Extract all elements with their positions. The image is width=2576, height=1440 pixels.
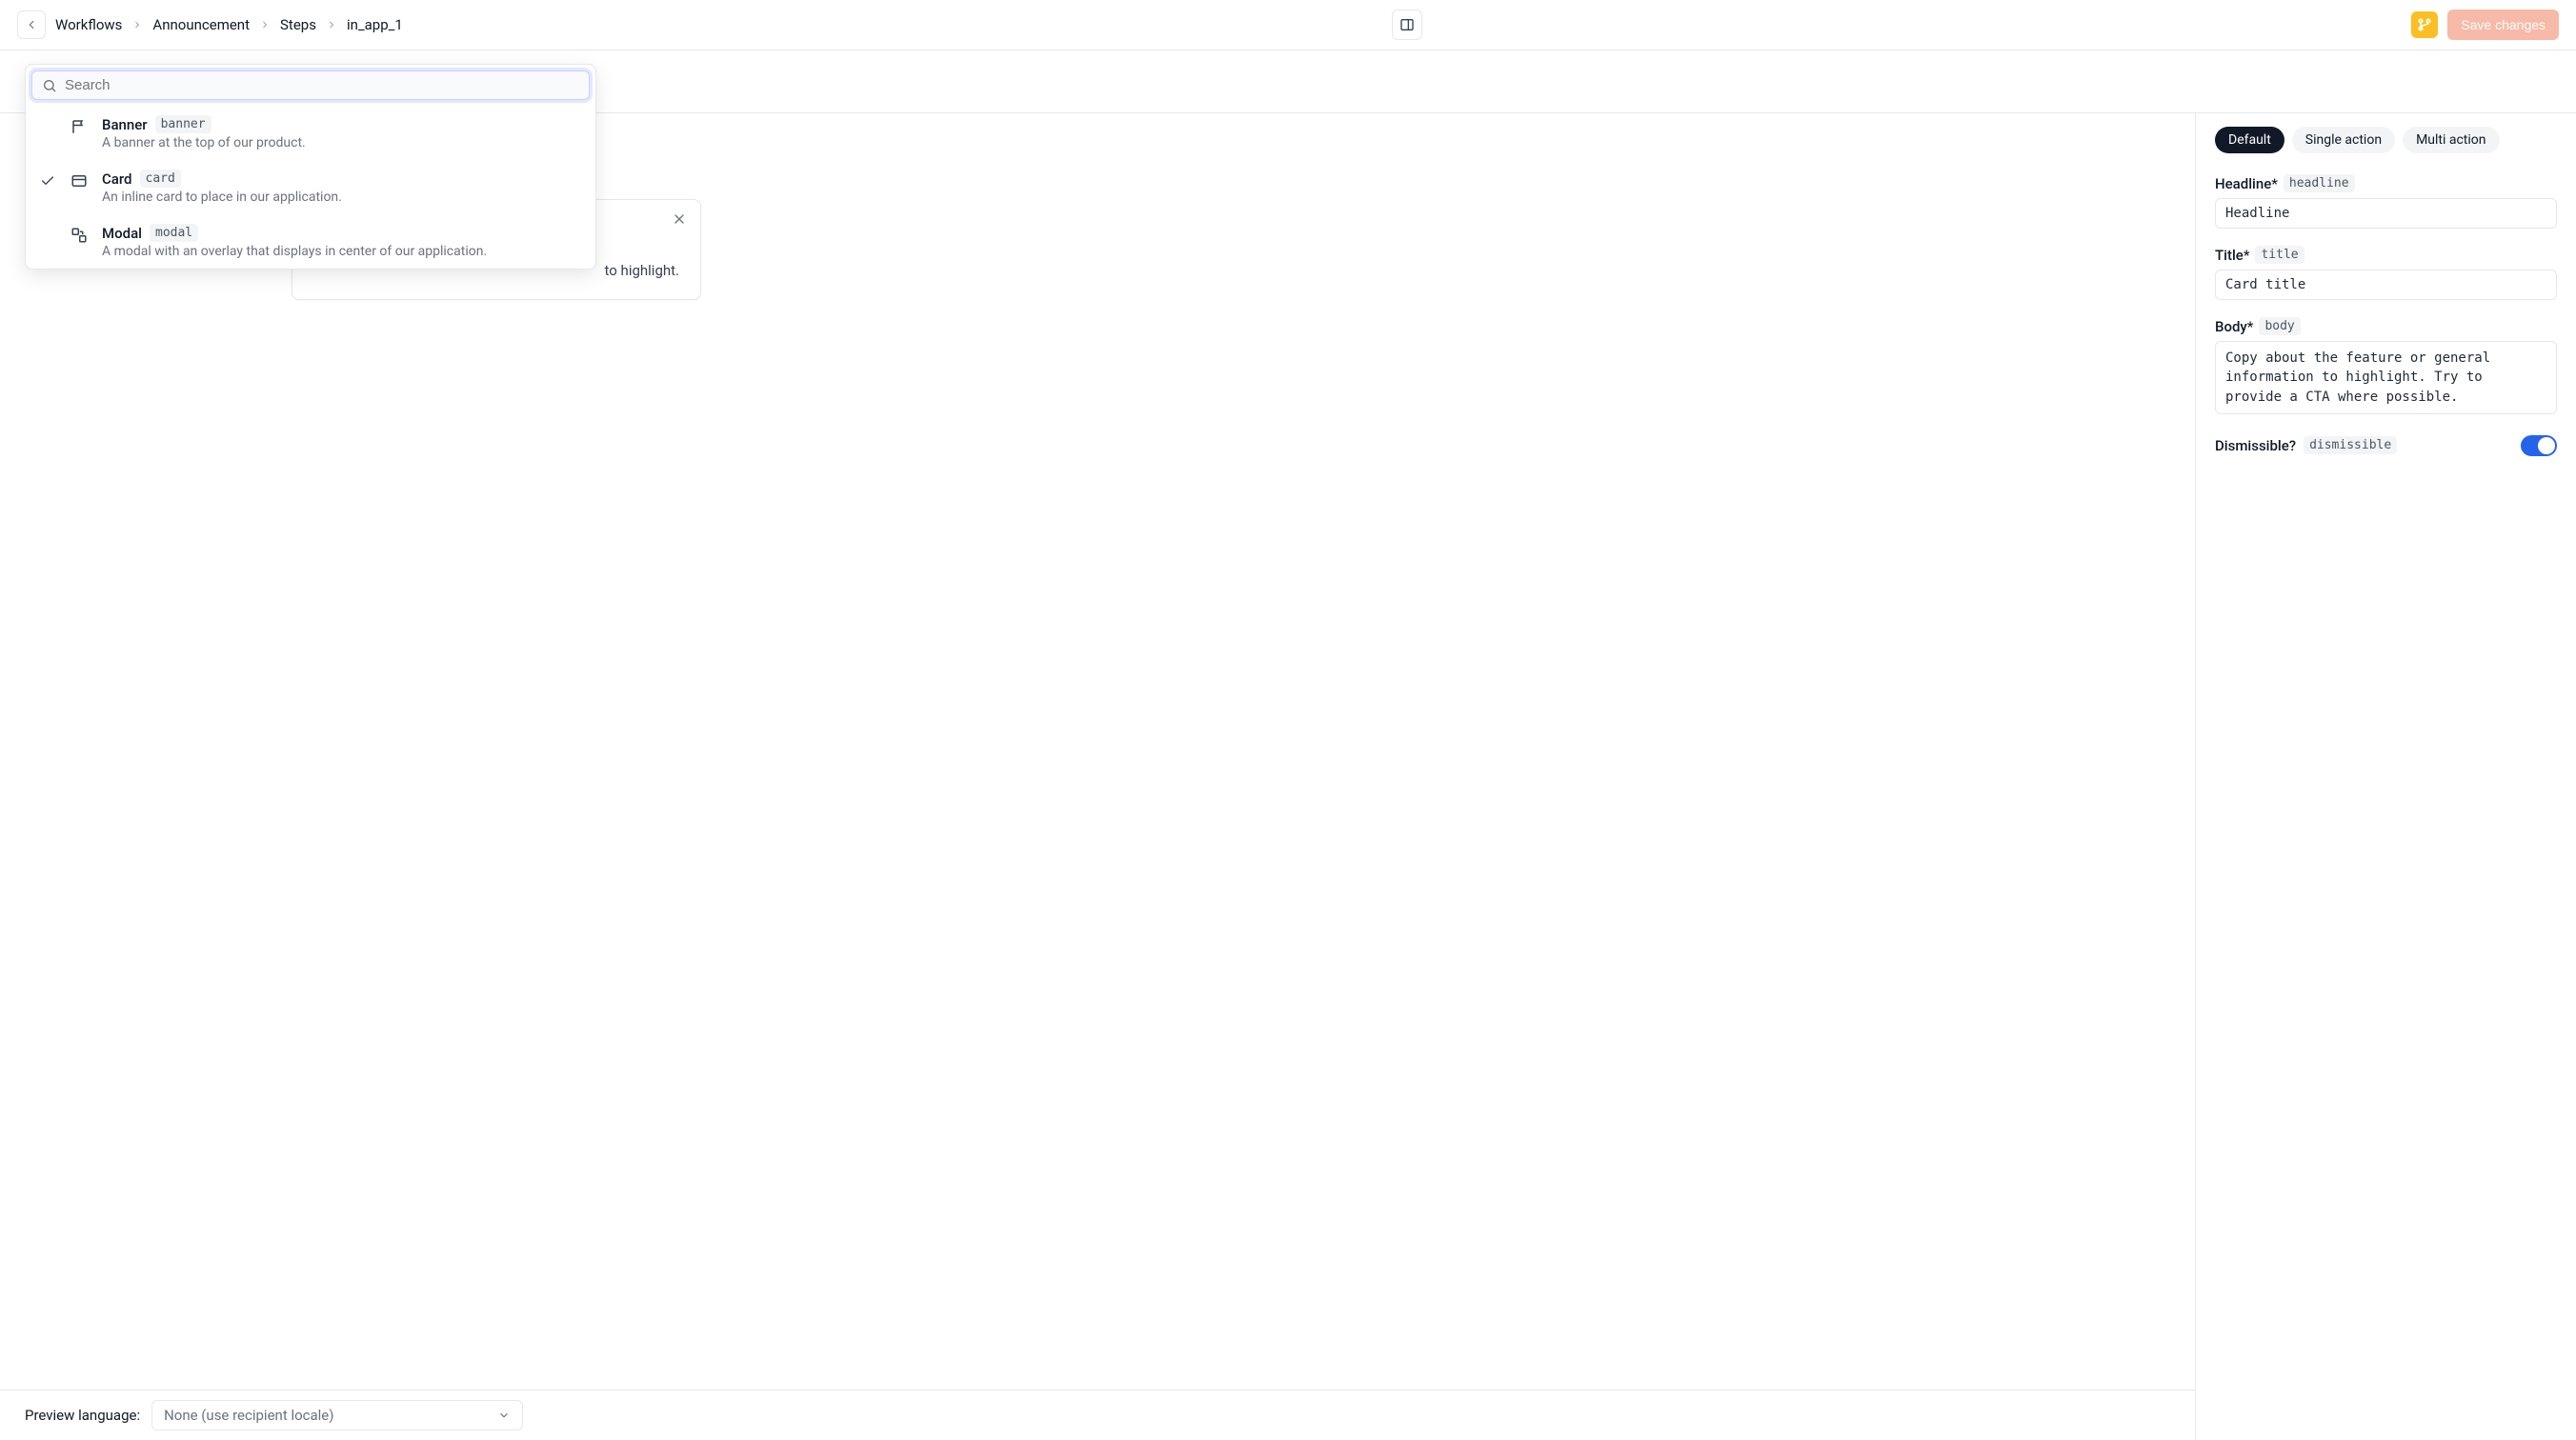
template-dropdown: Banner banner A banner at the top of our…	[25, 64, 596, 270]
dropdown-search-input[interactable]	[65, 77, 579, 93]
tab-multi-action[interactable]: Multi action	[2403, 127, 2499, 153]
body-input[interactable]	[2215, 341, 2557, 414]
title-code: title	[2255, 246, 2304, 264]
breadcrumb-item[interactable]: Announcement	[152, 16, 250, 33]
dropdown-option-title: Banner	[102, 116, 148, 133]
sidebar-icon	[1399, 17, 1415, 32]
tab-default[interactable]: Default	[2215, 127, 2284, 153]
tab-single-action[interactable]: Single action	[2292, 127, 2395, 153]
body-code: body	[2259, 317, 2300, 335]
preview-language-label: Preview language:	[25, 1407, 140, 1424]
dropdown-option-code: card	[140, 170, 181, 188]
breadcrumb-item[interactable]: Steps	[280, 16, 316, 33]
dismissible-toggle[interactable]	[2521, 435, 2557, 456]
dropdown-option-card[interactable]: Card card An inline card to place in our…	[26, 160, 595, 214]
panel-toggle-button[interactable]	[1392, 10, 1422, 40]
dropdown-option-title: Card	[102, 170, 132, 188]
dropdown-option-desc: A banner at the top of our product.	[102, 135, 582, 150]
back-button[interactable]	[17, 10, 46, 39]
headline-code: headline	[2284, 174, 2355, 192]
flag-icon	[70, 118, 88, 135]
save-button[interactable]: Save changes	[2447, 10, 2559, 40]
chevron-right-icon	[259, 19, 271, 30]
chevron-right-icon	[131, 19, 143, 30]
preview-language-select[interactable]: None (use recipient locale)	[151, 1400, 523, 1430]
title-input[interactable]	[2215, 270, 2557, 300]
dropdown-search[interactable]	[31, 70, 590, 100]
dropdown-option-desc: An inline card to place in our applicati…	[102, 190, 582, 205]
body-label: Body*	[2215, 318, 2253, 335]
dismissible-code: dismissible	[2304, 436, 2397, 454]
search-icon	[42, 78, 57, 93]
chevron-down-icon	[497, 1409, 511, 1422]
headline-label: Headline*	[2215, 175, 2278, 192]
chevron-right-icon	[326, 19, 337, 30]
check-icon	[40, 173, 55, 189]
dropdown-option-title: Modal	[102, 225, 142, 242]
branch-icon	[2417, 17, 2432, 32]
dropdown-option-code: banner	[155, 115, 211, 133]
modal-icon	[70, 227, 88, 244]
git-branch-icon[interactable]	[2411, 11, 2438, 38]
headline-input[interactable]	[2215, 198, 2557, 229]
breadcrumb-item[interactable]: Workflows	[55, 16, 122, 33]
dropdown-option-modal[interactable]: Modal modal A modal with an overlay that…	[26, 214, 595, 269]
dropdown-option-banner[interactable]: Banner banner A banner at the top of our…	[26, 106, 595, 160]
breadcrumb-item[interactable]: in_app_1	[347, 16, 403, 33]
dismissible-label: Dismissible?	[2215, 437, 2296, 454]
breadcrumb: Workflows Announcement Steps in_app_1	[55, 16, 403, 33]
close-icon[interactable]	[672, 211, 687, 227]
dropdown-option-desc: A modal with an overlay that displays in…	[102, 244, 582, 259]
chevron-left-icon	[25, 18, 38, 31]
card-icon	[70, 172, 88, 190]
preview-language-value: None (use recipient locale)	[164, 1407, 333, 1424]
title-label: Title*	[2215, 247, 2249, 264]
dropdown-option-code: modal	[150, 224, 198, 242]
